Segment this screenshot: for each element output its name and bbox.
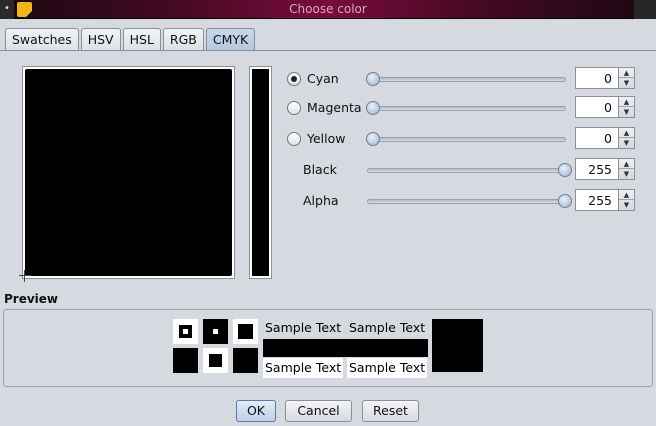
preview-heading: Preview [4, 292, 59, 306]
cyan-radio[interactable] [287, 72, 301, 86]
channel-row-yellow: Yellow 0 ▲ ▼ [287, 127, 647, 151]
color-strip[interactable] [249, 66, 272, 279]
yellow-value[interactable]: 0 [604, 131, 612, 146]
cancel-button[interactable]: Cancel [285, 400, 352, 422]
alpha-increment-icon[interactable]: ▲ [619, 190, 634, 200]
tab-hsv[interactable]: HSV [80, 28, 121, 50]
window-title: Choose color [289, 2, 367, 16]
title-bar: • Choose color [0, 0, 656, 19]
magenta-value[interactable]: 0 [604, 100, 612, 115]
tab-bar: Swatches HSV HSL RGB CMYK [5, 28, 257, 51]
magenta-decrement-icon[interactable]: ▼ [619, 107, 634, 117]
channel-row-magenta: Magenta 0 ▲ ▼ [287, 96, 647, 120]
alpha-slider-track[interactable] [367, 199, 566, 204]
magenta-slider-track[interactable] [373, 106, 566, 111]
color-field-canvas[interactable] [25, 69, 232, 276]
tab-cmyk[interactable]: CMYK [205, 28, 256, 51]
magenta-increment-icon[interactable]: ▲ [619, 97, 634, 107]
channel-row-black: Black 255 ▲ ▼ [287, 158, 647, 182]
reset-button[interactable]: Reset [362, 400, 419, 422]
preview-swatch-solid-2 [233, 348, 258, 373]
alpha-label: Alpha [303, 193, 339, 208]
preview-color-block [432, 319, 483, 372]
magenta-label: Magenta [307, 100, 362, 115]
magenta-radio[interactable] [287, 101, 301, 115]
yellow-radio[interactable] [287, 132, 301, 146]
black-slider-thumb[interactable] [558, 163, 572, 177]
alpha-value[interactable]: 255 [588, 193, 612, 208]
preview-swatch-solid [173, 348, 198, 373]
channel-row-alpha: Alpha 255 ▲ ▼ [287, 189, 647, 213]
yellow-decrement-icon[interactable]: ▼ [619, 138, 634, 148]
color-strip-canvas[interactable] [252, 69, 269, 276]
cyan-decrement-icon[interactable]: ▼ [619, 78, 634, 88]
magenta-slider-thumb[interactable] [366, 101, 380, 115]
sample-text-white-1: Sample Text [263, 358, 344, 378]
black-increment-icon[interactable]: ▲ [619, 159, 634, 169]
cyan-label: Cyan [307, 71, 339, 86]
cyan-increment-icon[interactable]: ▲ [619, 68, 634, 78]
black-value[interactable]: 255 [588, 162, 612, 177]
black-spinner[interactable]: 255 ▲ ▼ [575, 158, 635, 180]
tab-swatches[interactable]: Swatches [5, 28, 79, 50]
window-controls[interactable] [634, 0, 656, 19]
black-decrement-icon[interactable]: ▼ [619, 169, 634, 179]
preview-swatch-white-box [233, 319, 258, 344]
cyan-slider-thumb[interactable] [366, 72, 380, 86]
cyan-slider-track[interactable] [373, 77, 566, 82]
tab-hsl[interactable]: HSL [122, 28, 161, 50]
ok-button[interactable]: OK [236, 400, 276, 422]
yellow-spinner[interactable]: 0 ▲ ▼ [575, 127, 635, 149]
yellow-label: Yellow [307, 131, 346, 146]
preview-swatch-black-bg [203, 319, 228, 344]
alpha-slider-thumb[interactable] [558, 194, 572, 208]
channel-row-cyan: Cyan 0 ▲ ▼ [287, 67, 647, 91]
black-slider-track[interactable] [367, 168, 566, 173]
preview-swatch-white-bg [173, 319, 198, 344]
magenta-spinner[interactable]: 0 ▲ ▼ [575, 96, 635, 118]
alpha-decrement-icon[interactable]: ▼ [619, 200, 634, 210]
yellow-slider-track[interactable] [373, 137, 566, 142]
cyan-spinner[interactable]: 0 ▲ ▼ [575, 67, 635, 89]
cyan-value[interactable]: 0 [604, 71, 612, 86]
tab-rgb[interactable]: RGB [162, 28, 204, 50]
color-picker-crosshair-icon[interactable] [19, 270, 31, 282]
alpha-spinner[interactable]: 255 ▲ ▼ [575, 189, 635, 211]
tab-divider [0, 50, 656, 51]
yellow-slider-thumb[interactable] [366, 132, 380, 146]
sample-text-plain-2: Sample Text [349, 320, 426, 335]
color-field[interactable] [22, 66, 235, 279]
yellow-increment-icon[interactable]: ▲ [619, 128, 634, 138]
sample-text-plain-1: Sample Text [265, 320, 342, 335]
preview-swatch-white-frame [203, 348, 228, 373]
sample-text-bar-black [263, 339, 428, 357]
sample-text-white-2: Sample Text [347, 358, 428, 378]
black-label: Black [303, 162, 337, 177]
